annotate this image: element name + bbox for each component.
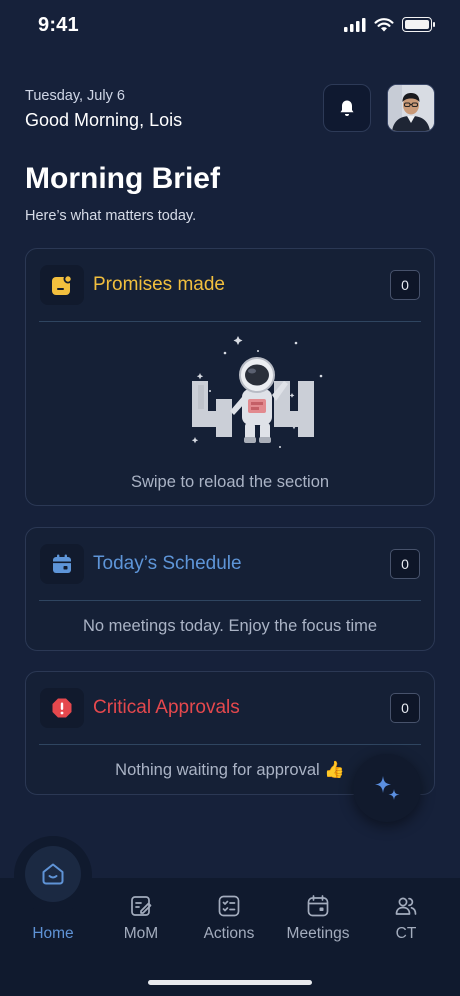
status-time: 9:41 — [38, 14, 79, 36]
status-bar: 9:41 — [0, 0, 460, 54]
divider — [39, 744, 421, 745]
nav-label-home[interactable]: Home — [7, 925, 99, 943]
promises-card[interactable]: Promises made 0 Swipe to reload the sect… — [25, 248, 435, 506]
promises-card-header: Promises made 0 — [26, 249, 434, 321]
calendar-icon — [40, 544, 84, 584]
home-indicator — [148, 980, 312, 985]
divider — [39, 321, 421, 322]
promises-card-title: Promises made — [93, 274, 225, 295]
nav-item-actions[interactable]: Actions — [183, 892, 275, 943]
ai-assistant-button[interactable] — [353, 754, 421, 822]
nav-label-ct: CT — [395, 925, 417, 942]
header-date: Tuesday, July 6 — [25, 88, 125, 104]
calendar-icon — [307, 895, 329, 917]
battery-icon — [402, 17, 435, 32]
status-icons — [344, 17, 435, 32]
avatar-photo — [388, 85, 434, 131]
avatar[interactable] — [387, 84, 435, 132]
signal-icon — [344, 17, 366, 32]
header-greeting: Good Morning, Lois — [25, 110, 183, 130]
promises-count-badge: 0 — [390, 270, 420, 300]
schedule-count-badge: 0 — [390, 549, 420, 579]
header: Tuesday, July 6 Good Morning, Lois — [25, 84, 435, 134]
nav-label-meetings: Meetings — [286, 925, 350, 942]
astronaut-404-illustration — [191, 336, 323, 448]
home-icon — [42, 863, 64, 885]
promise-icon — [40, 265, 84, 305]
schedule-card[interactable]: Today’s Schedule 0 No meetings today. En… — [25, 527, 435, 651]
nav-home-button[interactable] — [25, 846, 81, 902]
wifi-icon — [374, 17, 394, 31]
alert-octagon-icon — [40, 688, 84, 728]
bell-icon — [340, 100, 354, 116]
nav-label-actions: Actions — [203, 925, 255, 942]
schedule-card-message: No meetings today. Enjoy the focus time — [82, 617, 378, 635]
approvals-card-header: Critical Approvals 0 — [26, 672, 434, 744]
schedule-card-header: Today’s Schedule 0 — [26, 528, 434, 600]
schedule-card-title: Today’s Schedule — [93, 553, 242, 574]
divider — [39, 600, 421, 601]
page-title: Morning Brief — [25, 162, 220, 195]
notifications-button[interactable] — [323, 84, 371, 132]
notes-edit-icon — [131, 896, 152, 916]
approvals-card-title: Critical Approvals — [93, 697, 240, 718]
nav-item-ct[interactable]: CT — [360, 892, 452, 943]
checklist-icon — [218, 895, 240, 917]
users-icon — [395, 897, 417, 915]
nav-item-mom[interactable]: MoM — [95, 892, 187, 943]
sparkle-icon — [375, 776, 400, 800]
nav-item-meetings[interactable]: Meetings — [272, 892, 364, 943]
promises-card-message: Swipe to reload the section — [130, 473, 330, 491]
approvals-count-badge: 0 — [390, 693, 420, 723]
page-subtitle: Here’s what matters today. — [25, 208, 197, 224]
nav-label-mom: MoM — [123, 925, 159, 942]
